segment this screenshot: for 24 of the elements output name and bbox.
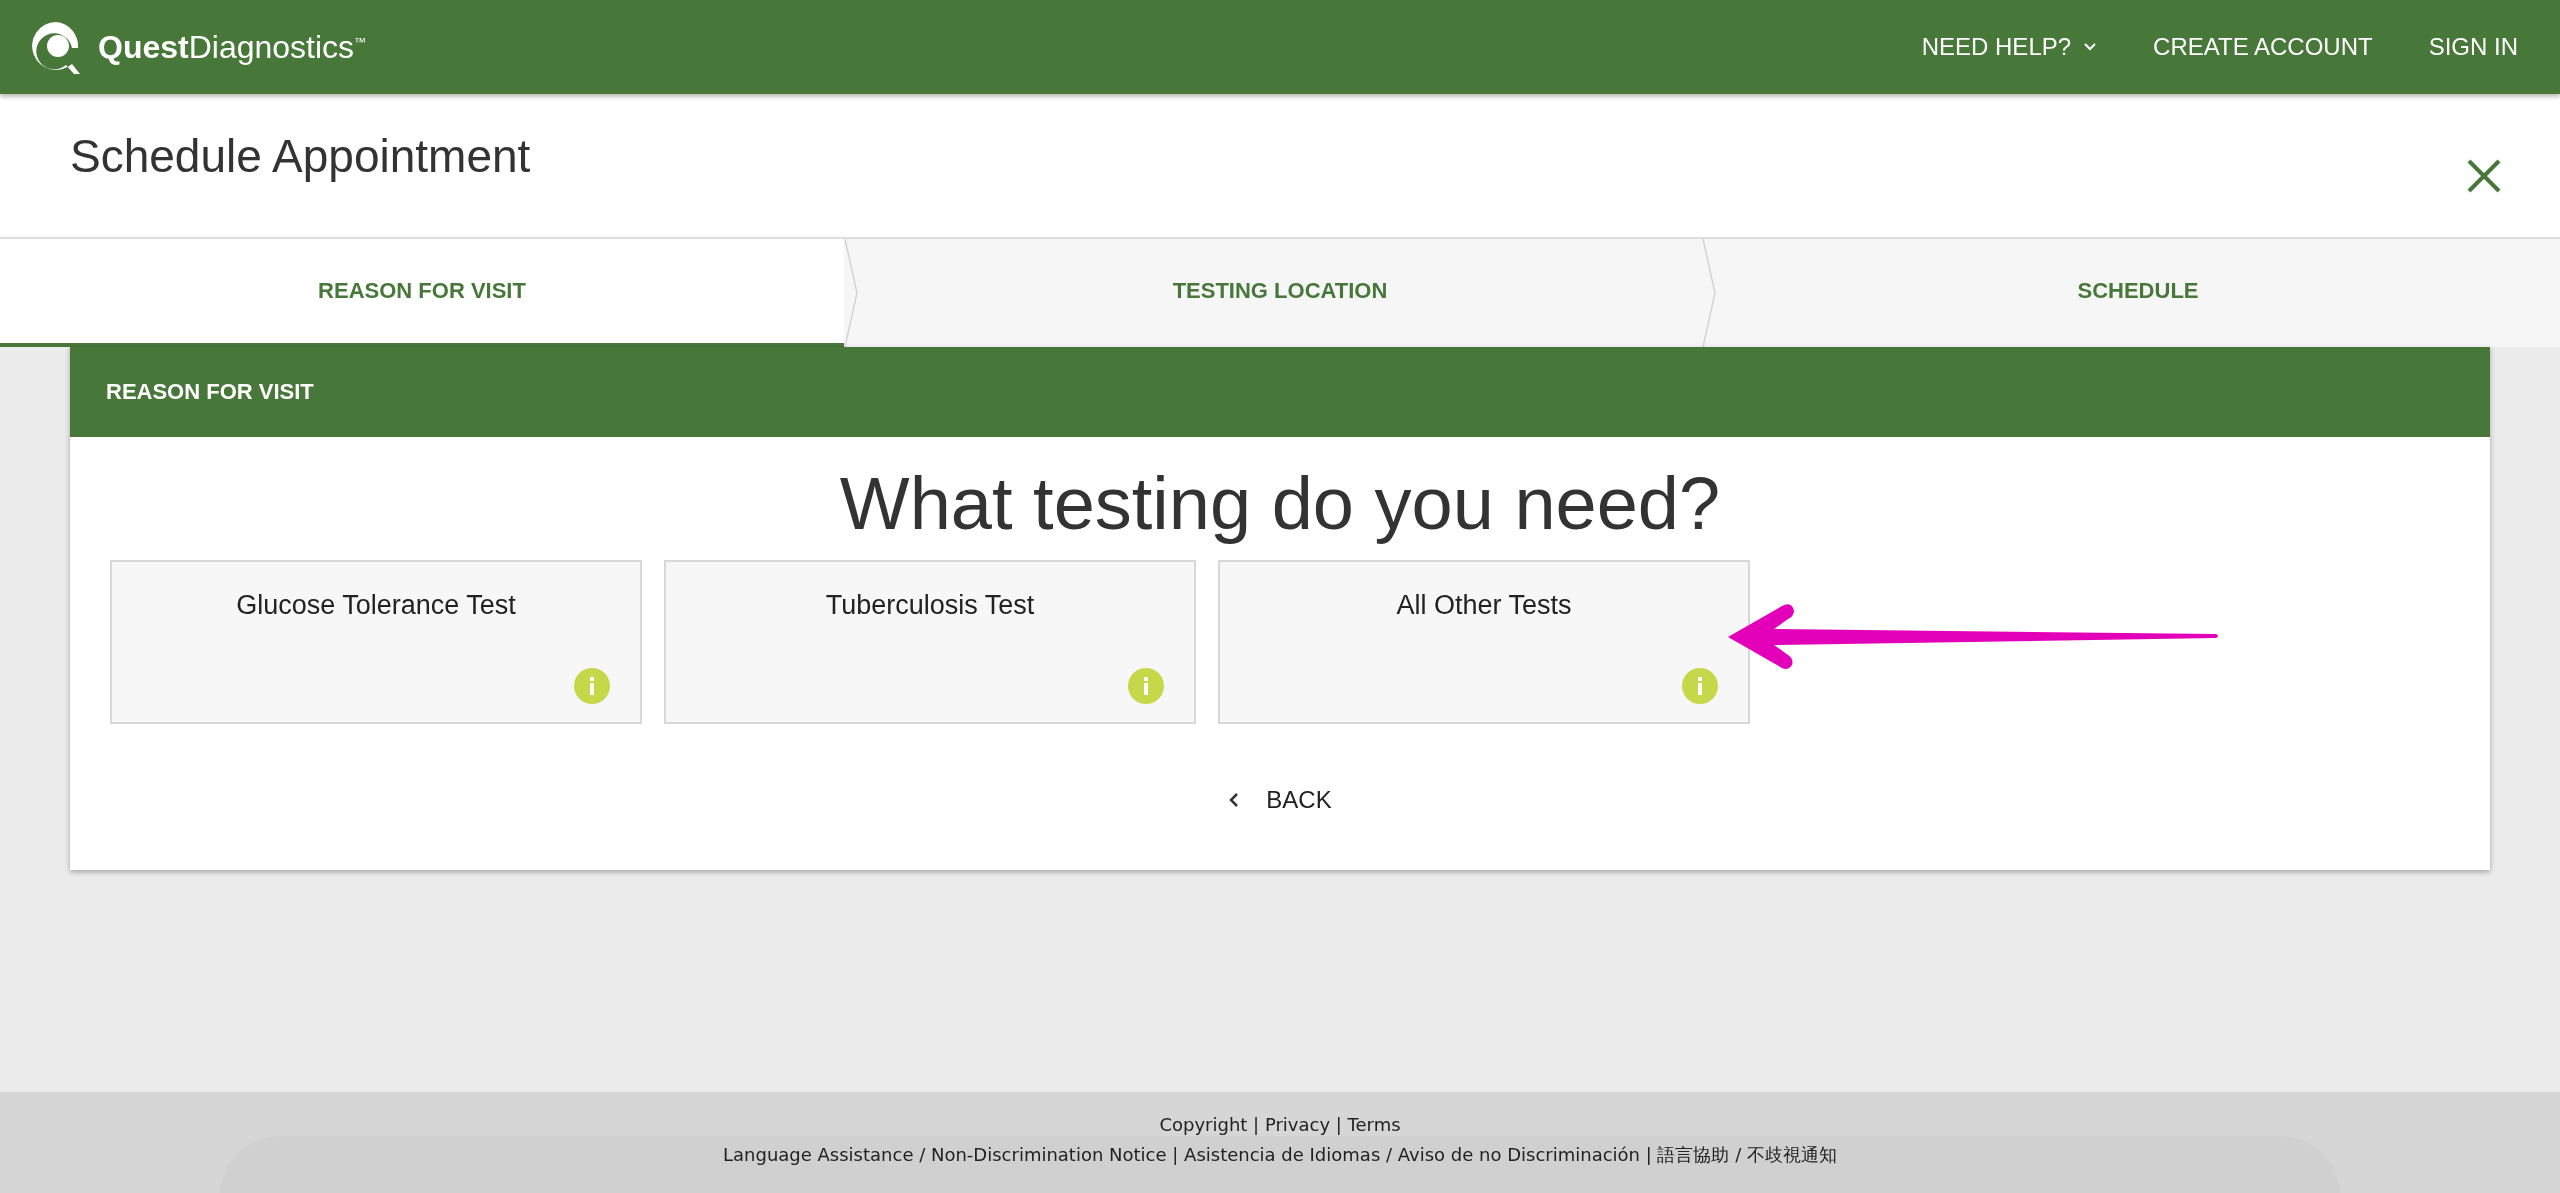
test-option-tile[interactable]: All Other Tests: [1218, 560, 1750, 724]
back-link[interactable]: BACK: [1220, 786, 1340, 814]
footer-links[interactable]: Copyright | Privacy | Terms: [1159, 1114, 1401, 1135]
question-heading: What testing do you need?: [838, 461, 1722, 546]
step-tab[interactable]: SCHEDULE: [1716, 239, 2560, 347]
test-label: All Other Tests: [1396, 590, 1572, 622]
caret-icon: [2083, 42, 2098, 52]
info-icon[interactable]: [574, 668, 610, 704]
page-title: Schedule Appointment: [70, 128, 531, 184]
nav-link[interactable]: SIGN IN: [2428, 33, 2518, 61]
step-tab[interactable]: TESTING LOCATION: [858, 239, 1702, 347]
test-option-tile[interactable]: Glucose Tolerance Test: [110, 560, 642, 724]
chevron-left-icon: [1228, 791, 1241, 809]
info-icon[interactable]: [1682, 668, 1718, 704]
card-title: REASON FOR VISIT: [106, 379, 314, 405]
test-label: Tuberculosis Test: [825, 590, 1035, 622]
test-option-tile[interactable]: Tuberculosis Test: [664, 560, 1196, 724]
nav-link[interactable]: CREATE ACCOUNT: [2153, 33, 2373, 61]
info-icon[interactable]: [1128, 668, 1164, 704]
test-label: Glucose Tolerance Test: [236, 590, 516, 622]
logo-wordmark[interactable]: QuestDiagnostics$^{™}$: [98, 28, 367, 66]
close-icon[interactable]: [2466, 157, 2502, 194]
nav-link[interactable]: NEED HELP?: [1921, 33, 2098, 61]
step-tab[interactable]: REASON FOR VISIT: [0, 239, 844, 347]
